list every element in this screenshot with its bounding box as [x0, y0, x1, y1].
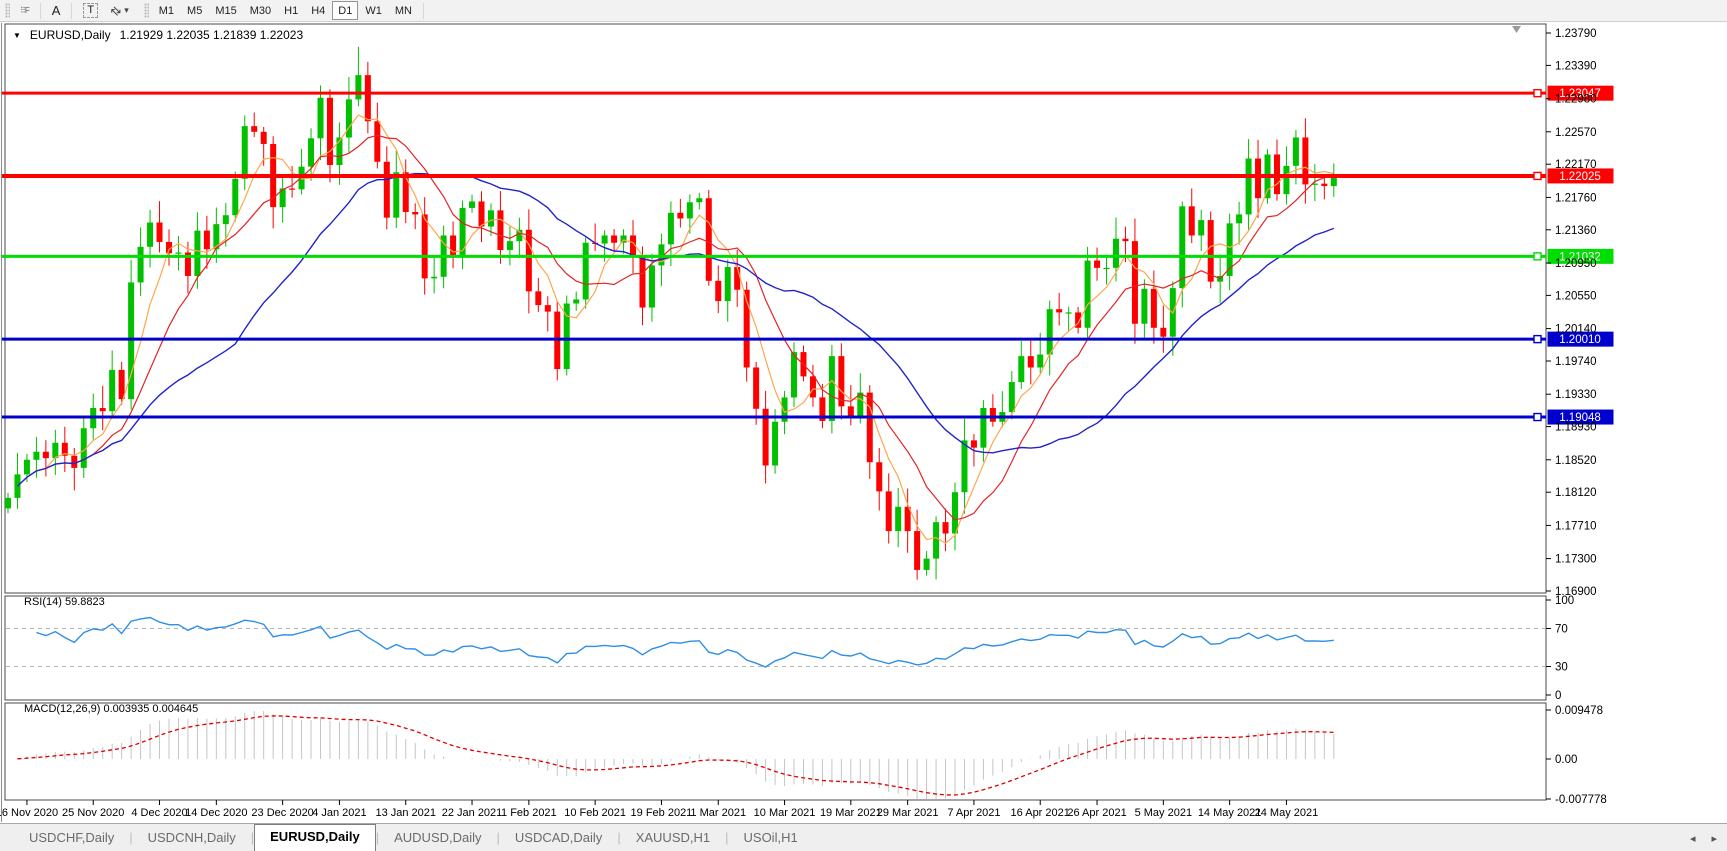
application-window: ⠿F A T ⇄ ▾ M1M5M15M30H1H4D1W1MN ▼ EURUSD…	[0, 0, 1727, 851]
f-label: F	[25, 6, 29, 15]
rsi-axis-label: 30	[1555, 662, 1568, 674]
tab-scroll-left-icon[interactable]: ◂	[1690, 832, 1696, 845]
date-axis-label: 5 May 2021	[1135, 807, 1192, 819]
toolbar-separator	[71, 3, 72, 19]
hline-handle[interactable]	[1534, 336, 1541, 343]
date-axis-label: 22 Jan 2021	[442, 807, 503, 819]
rsi-axis-label: 0	[1555, 690, 1561, 702]
text-tool-button[interactable]: T	[77, 1, 104, 20]
date-axis-label: 25 Nov 2020	[62, 807, 124, 819]
price-axis-label: 1.19740	[1555, 356, 1597, 368]
tab-scroll-buttons: ◂ ▸	[1690, 832, 1717, 845]
price-axis-label: 1.17300	[1555, 554, 1597, 566]
price-axis-label: 1.18120	[1555, 487, 1597, 499]
price-axis-label: 1.20950	[1555, 258, 1597, 270]
price-axis-label: 1.19330	[1555, 389, 1597, 401]
timeframe-m15[interactable]: M15	[209, 1, 242, 20]
price-axis-label: 1.17710	[1555, 520, 1597, 532]
date-axis-label: 1 Feb 2021	[501, 807, 557, 819]
tab-xauusd-h1[interactable]: XAUUSD,H1	[621, 826, 725, 851]
cycle-symbols-button[interactable]: ⇄ ▾	[105, 1, 135, 20]
indicator-grid-button[interactable]: ⠿F	[14, 1, 35, 20]
hline-handle[interactable]	[1534, 90, 1541, 97]
date-axis-label: 10 Feb 2021	[564, 807, 626, 819]
date-axis-label: 7 Apr 2021	[947, 807, 1000, 819]
price-axis-label: 1.20550	[1555, 290, 1597, 302]
price-axis-label: 1.21360	[1555, 225, 1597, 237]
date-axis-label: 19 Mar 2021	[820, 807, 882, 819]
text-tool-icon: T	[83, 3, 98, 18]
price-axis-label: 1.18520	[1555, 455, 1597, 467]
hline-handle[interactable]	[1534, 414, 1541, 421]
tab-usdchf-daily[interactable]: USDCHF,Daily	[14, 826, 129, 851]
date-axis-label: 13 Jan 2021	[375, 807, 436, 819]
chart-title: ▼ EURUSD,Daily 1.21929 1.22035 1.21839 1…	[13, 28, 303, 42]
swap-arrows-icon: ⇄	[108, 2, 125, 19]
tab-usdcnh-daily[interactable]: USDCNH,Daily	[133, 826, 251, 851]
tab-scroll-right-icon[interactable]: ▸	[1711, 832, 1717, 845]
rsi-indicator-label: RSI(14) 59.8823	[24, 596, 105, 608]
price-axis-label: 1.20140	[1555, 324, 1597, 336]
chart-canvas[interactable]: 1.230471.220251.210321.200101.190481.237…	[0, 23, 1727, 823]
timeframe-mn[interactable]: MN	[389, 1, 418, 20]
toolbar-separator	[40, 3, 41, 19]
annotation-a-button[interactable]: A	[46, 1, 67, 20]
date-axis-label: 16 Apr 2021	[1011, 807, 1070, 819]
tab-audusd-daily[interactable]: AUDUSD,Daily	[379, 826, 496, 851]
rsi-panel[interactable]	[5, 596, 1546, 700]
price-badge-label: 1.22025	[1559, 171, 1601, 183]
date-axis-label: 16 Nov 2020	[0, 807, 58, 819]
price-axis-label: 1.23790	[1555, 28, 1597, 40]
timeframe-m30[interactable]: M30	[244, 1, 277, 20]
date-axis-label: 4 Dec 2020	[131, 807, 187, 819]
timeframe-button-group: M1M5M15M30H1H4D1W1MN	[153, 1, 418, 20]
date-axis-label: 10 Mar 2021	[754, 807, 816, 819]
timeframe-h4[interactable]: H4	[305, 1, 331, 20]
tab-usdcad-daily[interactable]: USDCAD,Daily	[500, 826, 617, 851]
date-axis-label: 14 May 2021	[1198, 807, 1262, 819]
timeframe-m1[interactable]: M1	[153, 1, 180, 20]
toolbar-drag-handle[interactable]	[5, 3, 10, 18]
date-axis-label: 19 Feb 2021	[631, 807, 693, 819]
macd-indicator-label: MACD(12,26,9) 0.003935 0.004645	[24, 703, 198, 715]
date-axis-label: 1 Mar 2021	[690, 807, 746, 819]
date-axis-label: 24 May 2021	[1255, 807, 1319, 819]
date-axis-label: 14 Dec 2020	[185, 807, 247, 819]
hline-handle[interactable]	[1534, 253, 1541, 260]
date-axis-label: 26 Apr 2021	[1067, 807, 1126, 819]
macd-axis-label: -0.007778	[1555, 794, 1607, 806]
price-axis-label: 1.22170	[1555, 159, 1597, 171]
tab-eurusd-daily[interactable]: EURUSD,Daily	[254, 824, 376, 851]
macd-axis-label: 0.009478	[1555, 705, 1603, 717]
price-axis-label: 1.22570	[1555, 127, 1597, 139]
tabs: USDCHF,Daily|USDCNH,Daily|EURUSD,Daily|A…	[0, 824, 813, 851]
timeframe-m5[interactable]: M5	[181, 1, 208, 20]
timeframe-h1[interactable]: H1	[278, 1, 304, 20]
price-axis-label: 1.22980	[1555, 94, 1597, 106]
date-axis-label: 23 Dec 2020	[251, 807, 313, 819]
chart-title-ohlc: 1.21929 1.22035 1.21839 1.22023	[120, 28, 304, 42]
toolbar: ⠿F A T ⇄ ▾ M1M5M15M30H1H4D1W1MN	[0, 0, 1727, 22]
rsi-axis-label: 100	[1555, 595, 1574, 607]
macd-axis-label: 0.00	[1555, 754, 1577, 766]
collapse-triangle-icon[interactable]: ▼	[13, 31, 21, 40]
toolbar-separator	[423, 3, 424, 19]
timeframe-d1[interactable]: D1	[332, 1, 358, 20]
rsi-axis-label: 70	[1555, 624, 1568, 636]
hline-handle[interactable]	[1534, 172, 1541, 179]
tab-usoil-h1[interactable]: USOil,H1	[729, 826, 813, 851]
price-axis-label: 1.18930	[1555, 422, 1597, 434]
main-chart-panel[interactable]	[5, 24, 1546, 593]
price-badge-label: 1.20010	[1559, 334, 1601, 346]
date-axis-label: 4 Jan 2021	[312, 807, 366, 819]
price-axis-label: 1.21760	[1555, 192, 1597, 204]
toolbar-drag-handle[interactable]	[144, 3, 149, 18]
chart-tab-bar: USDCHF,Daily|USDCNH,Daily|EURUSD,Daily|A…	[0, 823, 1727, 851]
date-axis-label: 29 Mar 2021	[877, 807, 939, 819]
price-axis-label: 1.23390	[1555, 60, 1597, 72]
timeframe-w1[interactable]: W1	[359, 1, 388, 20]
chart-title-symbol: EURUSD,Daily	[30, 28, 111, 42]
dropdown-caret-icon: ▾	[124, 5, 129, 16]
